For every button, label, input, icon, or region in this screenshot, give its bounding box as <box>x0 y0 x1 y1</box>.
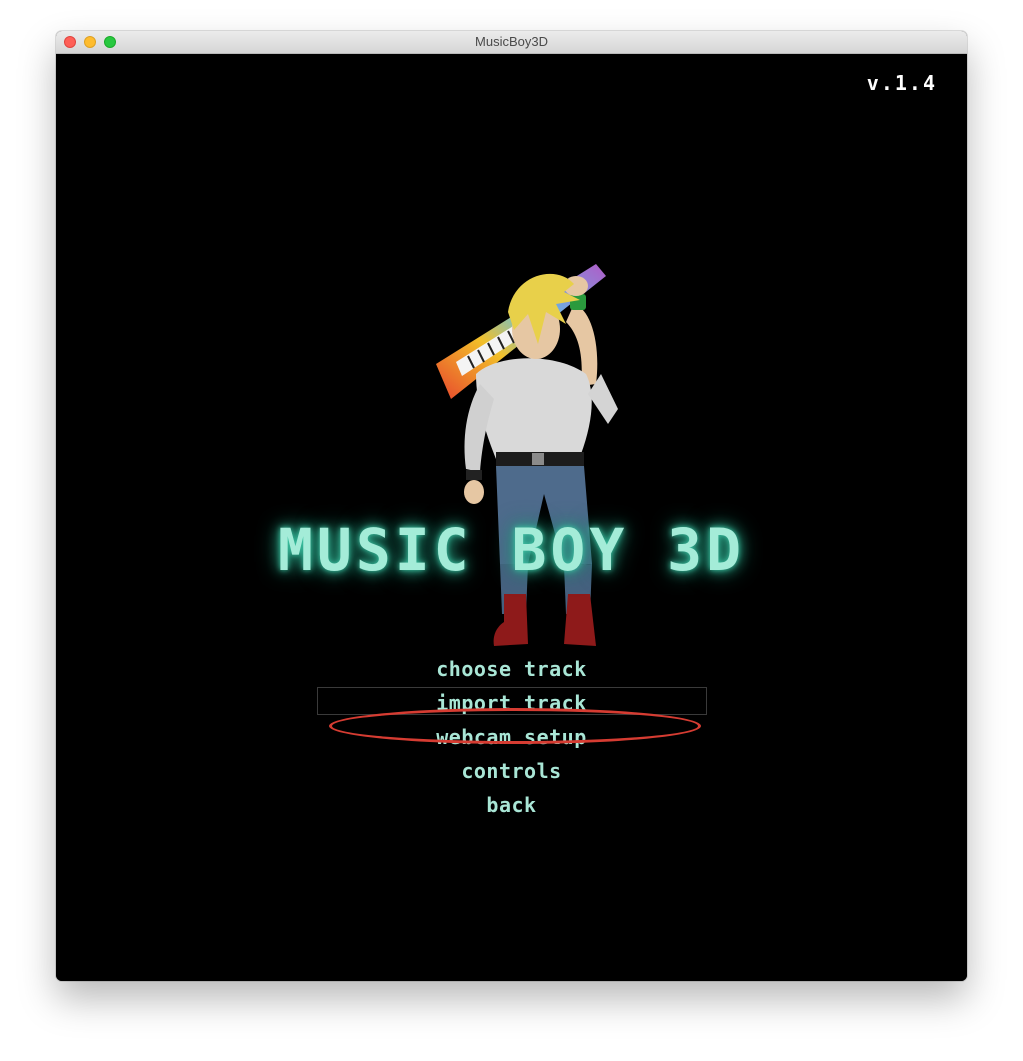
window-title: MusicBoy3D <box>475 34 548 49</box>
menu-item-label: webcam setup <box>436 725 587 749</box>
menu-item-label: controls <box>461 759 562 783</box>
app-window: MusicBoy3D v.1.4 MUSIC BOY 3D choose tra… <box>56 31 967 981</box>
menu-item-label: choose track <box>436 657 587 681</box>
main-menu: choose track import track webcam setup c… <box>56 652 967 822</box>
game-logo: MUSIC BOY 3D <box>277 516 746 584</box>
menu-item-controls[interactable]: controls <box>56 754 967 788</box>
musicboy-character-illustration <box>436 264 618 646</box>
title-bar[interactable]: MusicBoy3D <box>56 31 967 54</box>
menu-item-choose-track[interactable]: choose track <box>56 652 967 686</box>
menu-item-back[interactable]: back <box>56 788 967 822</box>
game-screen: v.1.4 MUSIC BOY 3D choose track import t… <box>56 54 967 981</box>
menu-item-webcam-setup[interactable]: webcam setup <box>56 720 967 754</box>
menu-item-import-track[interactable]: import track <box>56 686 967 720</box>
menu-item-label: import track <box>436 691 587 715</box>
menu-item-label: back <box>486 793 537 817</box>
version-label: v.1.4 <box>866 71 937 95</box>
